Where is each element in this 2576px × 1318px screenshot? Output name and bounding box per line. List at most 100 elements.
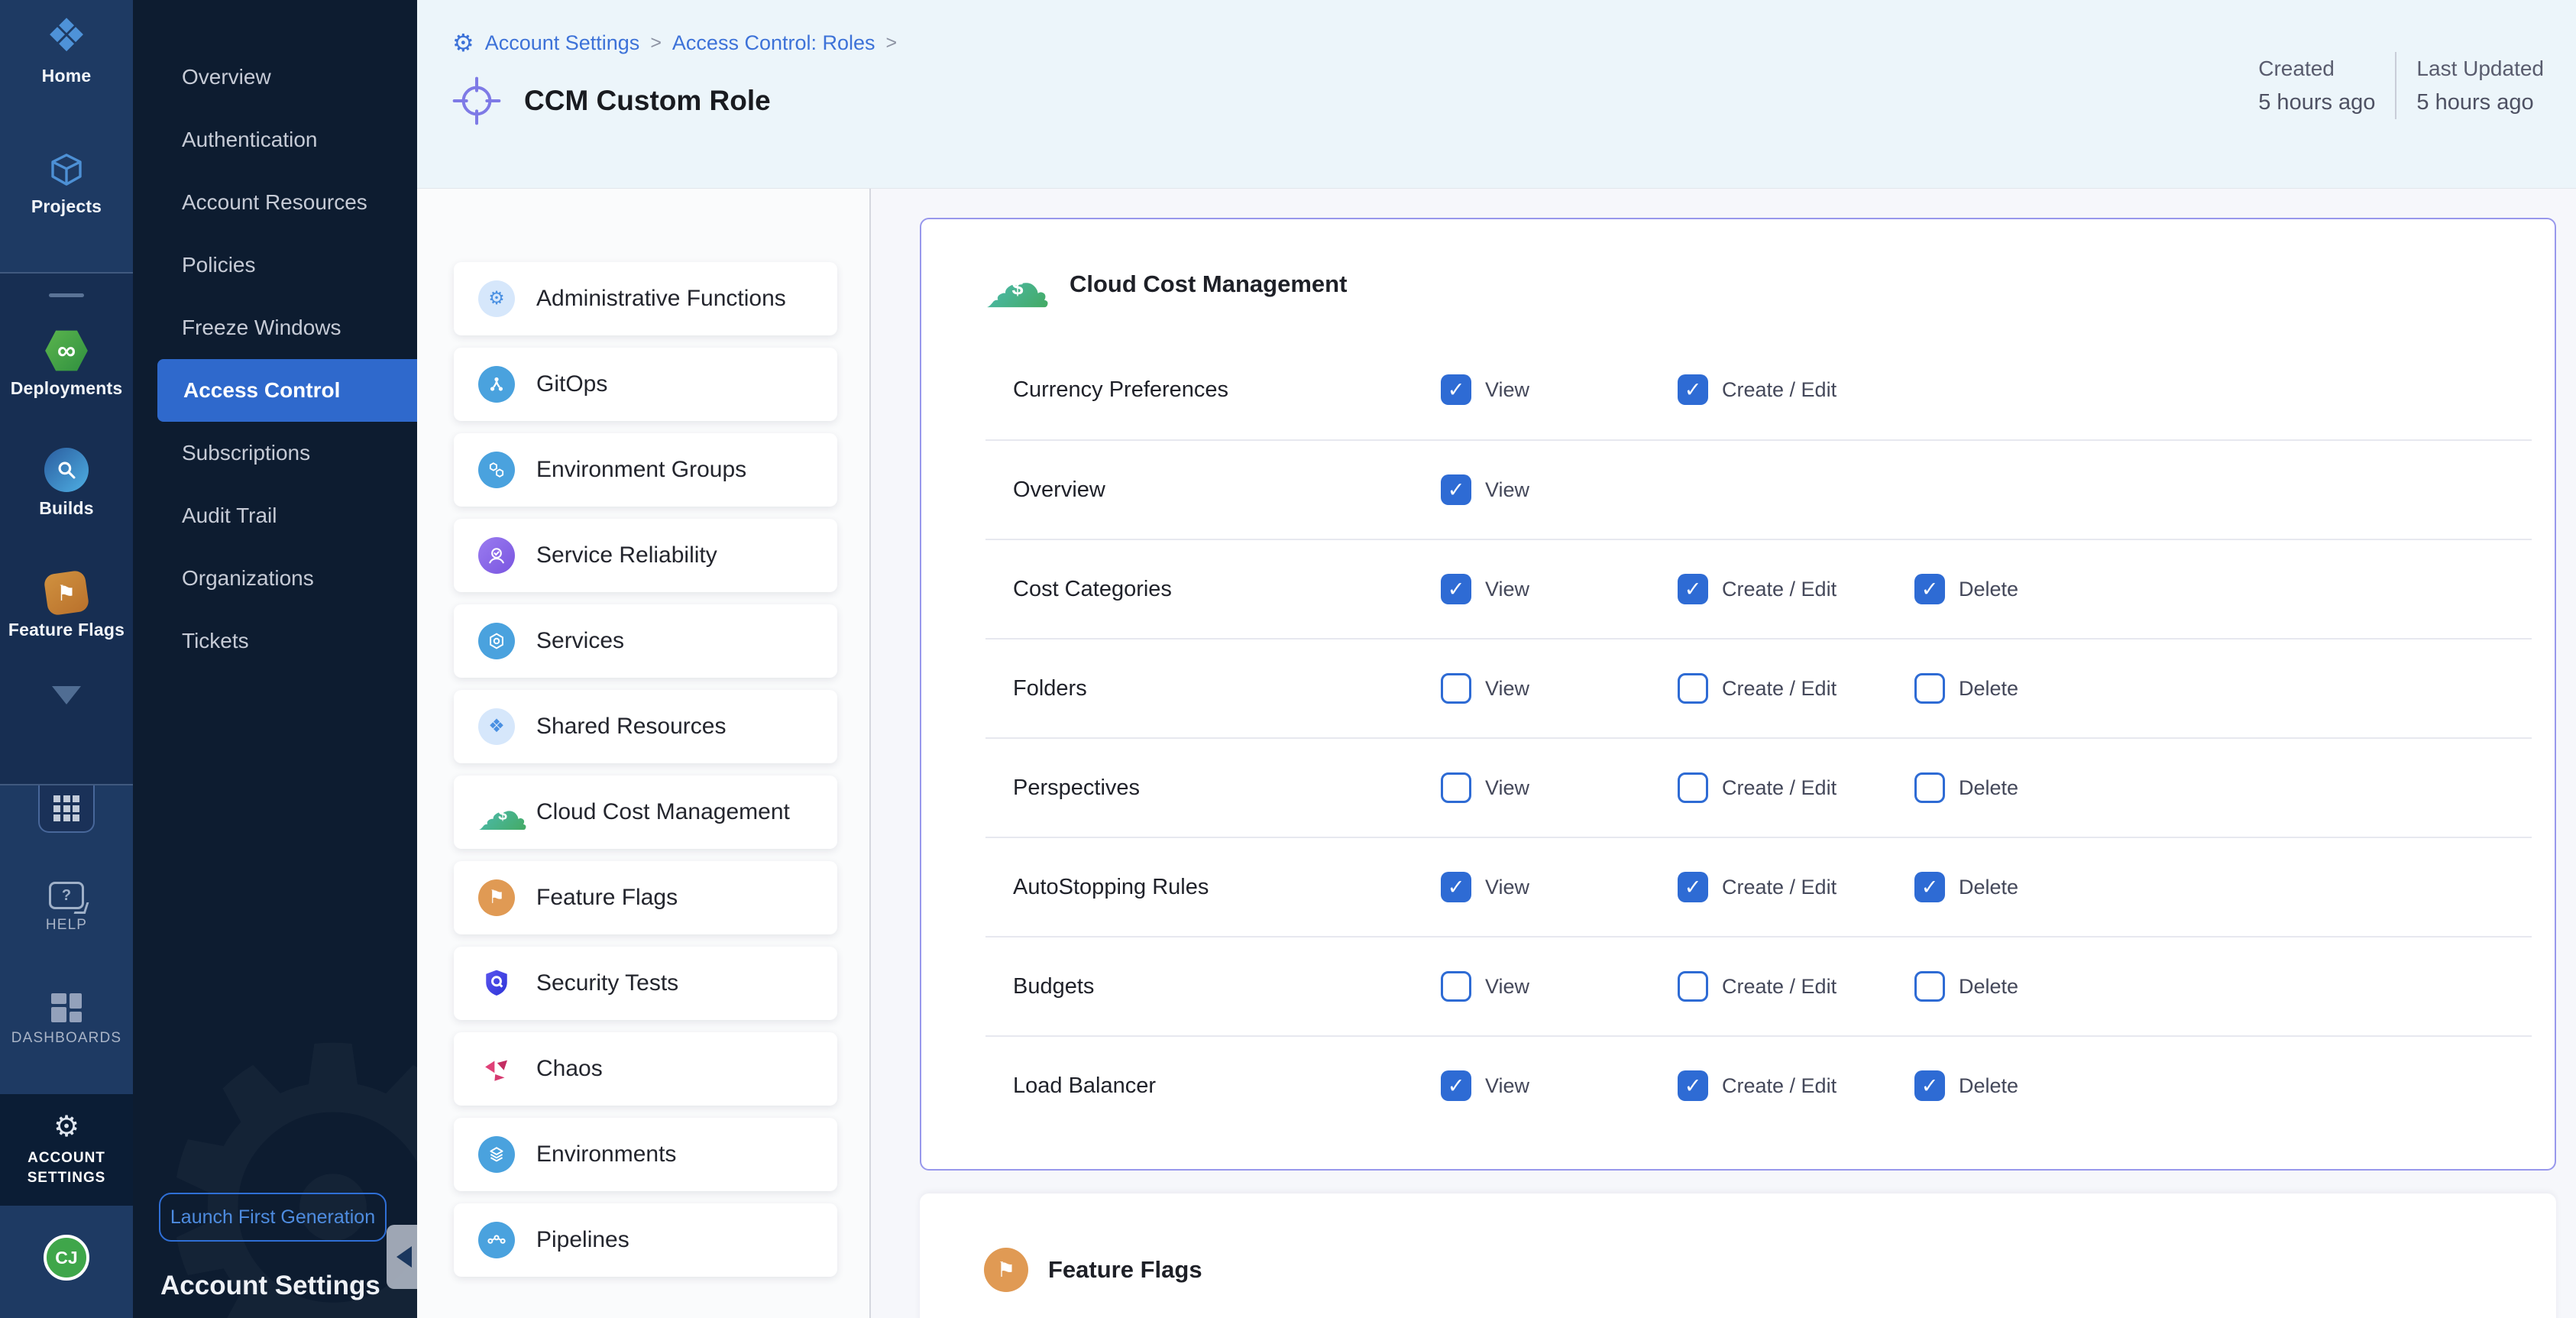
account-settings-label: ACCOUNTSETTINGS bbox=[28, 1148, 106, 1188]
chevron-right-icon: > bbox=[886, 32, 898, 54]
view-permission-cell: View bbox=[1441, 872, 1678, 902]
resource-group-environment-groups[interactable]: Environment Groups bbox=[454, 433, 837, 507]
breadcrumb-access-control-roles[interactable]: Access Control: Roles bbox=[672, 31, 875, 55]
resource-group-gitops[interactable]: GitOps bbox=[454, 348, 837, 421]
service-reliability-icon bbox=[478, 537, 515, 574]
create-edit-permission-cell: Create / Edit bbox=[1678, 574, 1914, 604]
feature-flags-label: Feature Flags bbox=[8, 620, 125, 640]
create-edit-checkbox[interactable] bbox=[1678, 772, 1708, 803]
deployments-icon: ∞ bbox=[44, 329, 89, 372]
resource-group-cloud-cost-management[interactable]: ☁ $ Cloud Cost Management bbox=[454, 776, 837, 849]
sidebar-item-home[interactable]: ❖ Home bbox=[42, 12, 92, 86]
environment-groups-icon bbox=[478, 452, 515, 488]
sidebar-item-deployments[interactable]: ∞ Deployments bbox=[11, 329, 123, 399]
view-permission-cell: View bbox=[1441, 772, 1678, 803]
nav-item-access-control[interactable]: Access Control bbox=[157, 359, 417, 422]
builds-label: Builds bbox=[39, 498, 93, 519]
create-edit-permission-cell: Create / Edit bbox=[1678, 872, 1914, 902]
permission-row-cost-categories: Cost Categories View Create / Edit Delet… bbox=[985, 539, 2532, 638]
resource-group-shared-resources[interactable]: ❖ Shared Resources bbox=[454, 690, 837, 763]
view-checkbox[interactable] bbox=[1441, 374, 1471, 405]
role-meta: Created 5 hours ago Last Updated 5 hours… bbox=[2238, 52, 2564, 119]
nav-item-authentication[interactable]: Authentication bbox=[133, 108, 417, 171]
view-checkbox[interactable] bbox=[1441, 474, 1471, 505]
resource-group-chaos[interactable]: Chaos bbox=[454, 1032, 837, 1106]
delete-checkbox[interactable] bbox=[1914, 1070, 1945, 1101]
sidebar-item-account-settings[interactable]: ⚙ ACCOUNTSETTINGS bbox=[0, 1094, 133, 1206]
pipelines-icon bbox=[478, 1222, 515, 1258]
resource-group-pipelines[interactable]: Pipelines bbox=[454, 1203, 837, 1277]
delete-checkbox[interactable] bbox=[1914, 872, 1945, 902]
sidebar-item-builds[interactable]: Builds bbox=[39, 448, 93, 519]
module-rail: ❖ Home Projects ∞ Deployments bbox=[0, 0, 133, 1318]
chevron-right-icon: > bbox=[650, 32, 662, 54]
subnav-title: Account Settings bbox=[160, 1271, 380, 1301]
help-button[interactable]: ? HELP bbox=[46, 882, 87, 934]
help-label: HELP bbox=[46, 917, 87, 934]
view-permission-cell: View bbox=[1441, 574, 1678, 604]
feature-flags-circle-icon: ⚑ bbox=[478, 879, 515, 916]
projects-label: Projects bbox=[31, 196, 102, 217]
view-checkbox[interactable] bbox=[1441, 1070, 1471, 1101]
delete-permission-cell: Delete bbox=[1914, 971, 2151, 1002]
resource-group-services[interactable]: Services bbox=[454, 604, 837, 678]
delete-checkbox[interactable] bbox=[1914, 574, 1945, 604]
permission-row-folders: Folders View Create / Edit Delete bbox=[985, 638, 2532, 737]
view-checkbox[interactable] bbox=[1441, 872, 1471, 902]
sidebar-item-projects[interactable]: Projects bbox=[31, 149, 102, 217]
account-settings-nav: ⚙ Overview Authentication Account Resour… bbox=[133, 0, 417, 1318]
gear-icon: ⚙ bbox=[452, 31, 474, 55]
resource-group-service-reliability[interactable]: Service Reliability bbox=[454, 519, 837, 592]
resource-group-environments[interactable]: Environments bbox=[454, 1118, 837, 1191]
permission-row-load-balancer: Load Balancer View Create / Edit Delete bbox=[985, 1035, 2532, 1135]
create-edit-checkbox[interactable] bbox=[1678, 673, 1708, 704]
last-updated-label: Last Updated bbox=[2416, 52, 2544, 86]
create-edit-checkbox[interactable] bbox=[1678, 971, 1708, 1002]
create-edit-checkbox[interactable] bbox=[1678, 872, 1708, 902]
nav-item-freeze-windows[interactable]: Freeze Windows bbox=[133, 296, 417, 359]
launch-first-generation-button[interactable]: Launch First Generation bbox=[159, 1193, 387, 1242]
nav-item-overview[interactable]: Overview bbox=[133, 46, 417, 108]
ccm-permissions-panel: ☁ $ Cloud Cost Management Currency Prefe… bbox=[920, 218, 2556, 1171]
delete-checkbox[interactable] bbox=[1914, 971, 1945, 1002]
sidebar-item-dashboards[interactable]: DASHBOARDS bbox=[11, 993, 121, 1047]
resource-group-feature-flags[interactable]: ⚑ Feature Flags bbox=[454, 861, 837, 934]
nav-item-subscriptions[interactable]: Subscriptions bbox=[133, 422, 417, 484]
user-avatar[interactable]: CJ bbox=[44, 1235, 89, 1281]
view-checkbox[interactable] bbox=[1441, 772, 1471, 803]
rail-expand-chevron-down-icon[interactable] bbox=[52, 686, 81, 704]
view-permission-cell: View bbox=[1441, 374, 1678, 405]
collapse-sidebar-button[interactable] bbox=[387, 1225, 417, 1289]
permission-row-budgets: Budgets View Create / Edit Delete bbox=[985, 936, 2532, 1035]
role-crosshair-icon bbox=[452, 76, 501, 125]
delete-checkbox[interactable] bbox=[1914, 673, 1945, 704]
app-root: ❖ Home Projects ∞ Deployments bbox=[0, 0, 2576, 1318]
gitops-branch-icon bbox=[478, 366, 515, 403]
delete-checkbox[interactable] bbox=[1914, 772, 1945, 803]
create-edit-checkbox[interactable] bbox=[1678, 1070, 1708, 1101]
admin-functions-gear-icon: ⚙ bbox=[478, 280, 515, 317]
cloud-cost-management-icon: ☁ $ bbox=[985, 259, 1050, 309]
nav-item-audit-trail[interactable]: Audit Trail bbox=[133, 484, 417, 547]
view-checkbox[interactable] bbox=[1441, 574, 1471, 604]
delete-permission-cell: Delete bbox=[1914, 872, 2151, 902]
settings-nav-list: Overview Authentication Account Resource… bbox=[133, 0, 417, 672]
view-checkbox[interactable] bbox=[1441, 971, 1471, 1002]
nav-item-organizations[interactable]: Organizations bbox=[133, 547, 417, 610]
nav-item-tickets[interactable]: Tickets bbox=[133, 610, 417, 672]
create-edit-checkbox[interactable] bbox=[1678, 374, 1708, 405]
create-edit-checkbox[interactable] bbox=[1678, 574, 1708, 604]
all-modules-grid-button[interactable] bbox=[38, 785, 95, 833]
nav-item-policies[interactable]: Policies bbox=[133, 234, 417, 296]
resource-group-security-tests[interactable]: Security Tests bbox=[454, 947, 837, 1020]
services-hexnut-icon bbox=[478, 623, 515, 659]
gear-icon: ⚙ bbox=[53, 1112, 79, 1142]
cloud-cost-management-icon: ☁ $ bbox=[478, 792, 527, 832]
shared-resources-icon: ❖ bbox=[478, 708, 515, 745]
nav-item-account-resources[interactable]: Account Resources bbox=[133, 171, 417, 234]
resource-group-administrative-functions[interactable]: ⚙ Administrative Functions bbox=[454, 262, 837, 335]
breadcrumb-account-settings[interactable]: Account Settings bbox=[485, 31, 640, 55]
view-permission-cell: View bbox=[1441, 971, 1678, 1002]
sidebar-item-feature-flags[interactable]: ⚑ Feature Flags bbox=[8, 572, 125, 640]
view-checkbox[interactable] bbox=[1441, 673, 1471, 704]
